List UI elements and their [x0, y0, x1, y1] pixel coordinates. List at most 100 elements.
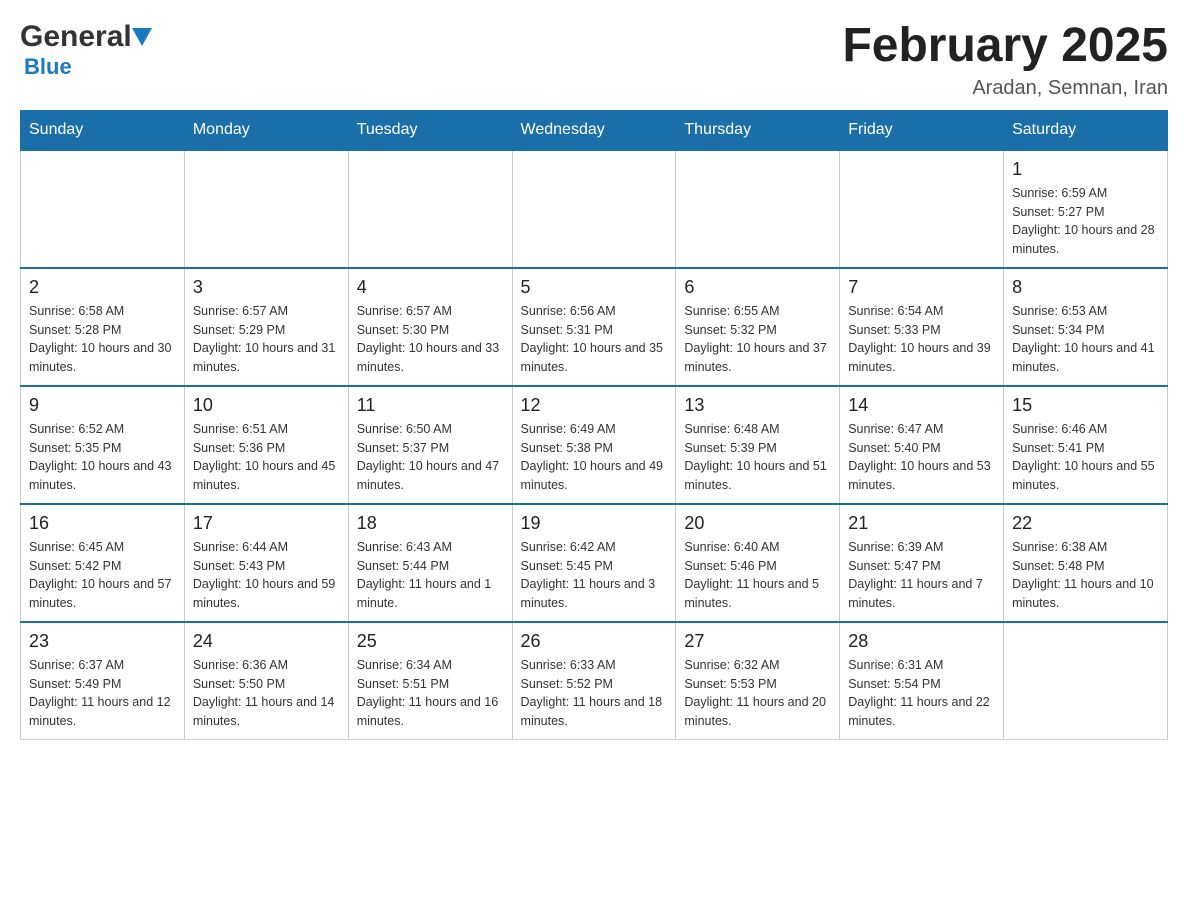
day-number: 20 — [684, 513, 831, 534]
logo-general-text: General — [20, 20, 132, 54]
calendar-week-row: 2Sunrise: 6:58 AMSunset: 5:28 PMDaylight… — [21, 268, 1168, 386]
day-number: 24 — [193, 631, 340, 652]
day-number: 19 — [521, 513, 668, 534]
day-info: Sunrise: 6:36 AMSunset: 5:50 PMDaylight:… — [193, 656, 340, 731]
calendar-day-cell: 14Sunrise: 6:47 AMSunset: 5:40 PMDayligh… — [840, 386, 1004, 504]
day-info: Sunrise: 6:39 AMSunset: 5:47 PMDaylight:… — [848, 538, 995, 613]
day-number: 9 — [29, 395, 176, 416]
day-number: 15 — [1012, 395, 1159, 416]
day-number: 5 — [521, 277, 668, 298]
calendar-day-cell: 5 Sunrise: 6:56 AMSunset: 5:31 PMDaylight… — [512, 268, 676, 386]
calendar-day-cell — [1004, 622, 1168, 740]
calendar-week-row: 1 Sunrise: 6:59 AMSunset: 5:27 PMDaylight… — [21, 150, 1168, 268]
day-info: Sunrise: 6:44 AMSunset: 5:43 PMDaylight:… — [193, 538, 340, 613]
calendar-day-cell: 20 Sunrise: 6:40 AMSunset: 5:46 PMDayligh… — [676, 504, 840, 622]
day-of-week-header: Monday — [184, 110, 348, 150]
calendar-day-cell: 2Sunrise: 6:58 AMSunset: 5:28 PMDaylight… — [21, 268, 185, 386]
day-number: 8 — [1012, 277, 1159, 298]
day-info: Sunrise: 6:55 AMSunset: 5:32 PMDaylight:… — [684, 302, 831, 377]
calendar-day-cell — [184, 150, 348, 268]
logo: General Blue — [20, 20, 152, 80]
calendar-week-row: 16 Sunrise: 6:45 AMSunset: 5:42 PMDayligh… — [21, 504, 1168, 622]
day-number: 4 — [357, 277, 504, 298]
calendar-day-cell — [840, 150, 1004, 268]
calendar-day-cell: 15 Sunrise: 6:46 AMSunset: 5:41 PMDayligh… — [1004, 386, 1168, 504]
calendar-day-cell: 10 Sunrise: 6:51 AMSunset: 5:36 PMDayligh… — [184, 386, 348, 504]
day-info: Sunrise: 6:48 AMSunset: 5:39 PMDaylight:… — [684, 420, 831, 495]
title-block: February 2025 Aradan, Semnan, Iran — [842, 20, 1168, 100]
day-info: Sunrise: 6:57 AMSunset: 5:30 PMDaylight:… — [357, 302, 504, 377]
calendar-day-cell: 24 Sunrise: 6:36 AMSunset: 5:50 PMDayligh… — [184, 622, 348, 740]
calendar-week-row: 23 Sunrise: 6:37 AMSunset: 5:49 PMDayligh… — [21, 622, 1168, 740]
day-info: Sunrise: 6:33 AMSunset: 5:52 PMDaylight:… — [521, 656, 668, 731]
calendar-day-cell: 13 Sunrise: 6:48 AMSunset: 5:39 PMDayligh… — [676, 386, 840, 504]
day-of-week-header: Thursday — [676, 110, 840, 150]
logo-blue-text: Blue — [24, 54, 72, 79]
calendar-day-cell: 7Sunrise: 6:54 AMSunset: 5:33 PMDaylight… — [840, 268, 1004, 386]
calendar-week-row: 9 Sunrise: 6:52 AMSunset: 5:35 PMDaylight… — [21, 386, 1168, 504]
day-number: 6 — [684, 277, 831, 298]
day-number: 11 — [357, 395, 504, 416]
day-info: Sunrise: 6:59 AMSunset: 5:27 PMDaylight:… — [1012, 184, 1159, 259]
calendar-day-cell: 12Sunrise: 6:49 AMSunset: 5:38 PMDayligh… — [512, 386, 676, 504]
day-number: 18 — [357, 513, 504, 534]
day-of-week-header: Wednesday — [512, 110, 676, 150]
day-number: 2 — [29, 277, 176, 298]
location-text: Aradan, Semnan, Iran — [842, 77, 1168, 100]
day-info: Sunrise: 6:47 AMSunset: 5:40 PMDaylight:… — [848, 420, 995, 495]
calendar-day-cell: 25Sunrise: 6:34 AMSunset: 5:51 PMDayligh… — [348, 622, 512, 740]
day-info: Sunrise: 6:37 AMSunset: 5:49 PMDaylight:… — [29, 656, 176, 731]
day-number: 28 — [848, 631, 995, 652]
day-info: Sunrise: 6:51 AMSunset: 5:36 PMDaylight:… — [193, 420, 340, 495]
calendar-day-cell: 28 Sunrise: 6:31 AMSunset: 5:54 PMDayligh… — [840, 622, 1004, 740]
day-of-week-header: Friday — [840, 110, 1004, 150]
day-number: 21 — [848, 513, 995, 534]
day-number: 17 — [193, 513, 340, 534]
day-number: 16 — [29, 513, 176, 534]
calendar-day-cell — [676, 150, 840, 268]
day-number: 1 — [1012, 159, 1159, 180]
day-number: 3 — [193, 277, 340, 298]
day-info: Sunrise: 6:40 AMSunset: 5:46 PMDaylight:… — [684, 538, 831, 613]
day-info: Sunrise: 6:49 AMSunset: 5:38 PMDaylight:… — [521, 420, 668, 495]
day-number: 13 — [684, 395, 831, 416]
calendar-day-cell: 1 Sunrise: 6:59 AMSunset: 5:27 PMDaylight… — [1004, 150, 1168, 268]
calendar-day-cell: 26 Sunrise: 6:33 AMSunset: 5:52 PMDayligh… — [512, 622, 676, 740]
day-info: Sunrise: 6:52 AMSunset: 5:35 PMDaylight:… — [29, 420, 176, 495]
calendar-day-cell: 27 Sunrise: 6:32 AMSunset: 5:53 PMDayligh… — [676, 622, 840, 740]
day-number: 26 — [521, 631, 668, 652]
day-info: Sunrise: 6:56 AMSunset: 5:31 PMDaylight:… — [521, 302, 668, 377]
calendar-table: SundayMondayTuesdayWednesdayThursdayFrid… — [20, 110, 1168, 740]
logo-triangle-icon — [132, 28, 152, 51]
day-info: Sunrise: 6:45 AMSunset: 5:42 PMDaylight:… — [29, 538, 176, 613]
day-info: Sunrise: 6:43 AMSunset: 5:44 PMDaylight:… — [357, 538, 504, 613]
day-info: Sunrise: 6:46 AMSunset: 5:41 PMDaylight:… — [1012, 420, 1159, 495]
calendar-day-cell: 16 Sunrise: 6:45 AMSunset: 5:42 PMDayligh… — [21, 504, 185, 622]
day-info: Sunrise: 6:50 AMSunset: 5:37 PMDaylight:… — [357, 420, 504, 495]
day-info: Sunrise: 6:32 AMSunset: 5:53 PMDaylight:… — [684, 656, 831, 731]
day-of-week-header: Tuesday — [348, 110, 512, 150]
day-number: 7 — [848, 277, 995, 298]
day-number: 25 — [357, 631, 504, 652]
calendar-day-cell: 8 Sunrise: 6:53 AMSunset: 5:34 PMDaylight… — [1004, 268, 1168, 386]
calendar-day-cell: 17 Sunrise: 6:44 AMSunset: 5:43 PMDayligh… — [184, 504, 348, 622]
day-info: Sunrise: 6:57 AMSunset: 5:29 PMDaylight:… — [193, 302, 340, 377]
day-number: 23 — [29, 631, 176, 652]
calendar-day-cell: 11 Sunrise: 6:50 AMSunset: 5:37 PMDayligh… — [348, 386, 512, 504]
calendar-day-cell: 18 Sunrise: 6:43 AMSunset: 5:44 PMDayligh… — [348, 504, 512, 622]
day-number: 22 — [1012, 513, 1159, 534]
month-title: February 2025 — [842, 20, 1168, 73]
calendar-day-cell — [21, 150, 185, 268]
day-number: 27 — [684, 631, 831, 652]
calendar-day-cell: 23 Sunrise: 6:37 AMSunset: 5:49 PMDayligh… — [21, 622, 185, 740]
calendar-day-cell: 22 Sunrise: 6:38 AMSunset: 5:48 PMDayligh… — [1004, 504, 1168, 622]
calendar-day-cell: 3 Sunrise: 6:57 AMSunset: 5:29 PMDaylight… — [184, 268, 348, 386]
calendar-day-cell: 21 Sunrise: 6:39 AMSunset: 5:47 PMDayligh… — [840, 504, 1004, 622]
day-info: Sunrise: 6:38 AMSunset: 5:48 PMDaylight:… — [1012, 538, 1159, 613]
day-info: Sunrise: 6:53 AMSunset: 5:34 PMDaylight:… — [1012, 302, 1159, 377]
day-info: Sunrise: 6:42 AMSunset: 5:45 PMDaylight:… — [521, 538, 668, 613]
day-info: Sunrise: 6:31 AMSunset: 5:54 PMDaylight:… — [848, 656, 995, 731]
day-number: 10 — [193, 395, 340, 416]
page-header: General Blue February 2025 Aradan, Semna… — [20, 20, 1168, 100]
calendar-day-cell: 4 Sunrise: 6:57 AMSunset: 5:30 PMDaylight… — [348, 268, 512, 386]
